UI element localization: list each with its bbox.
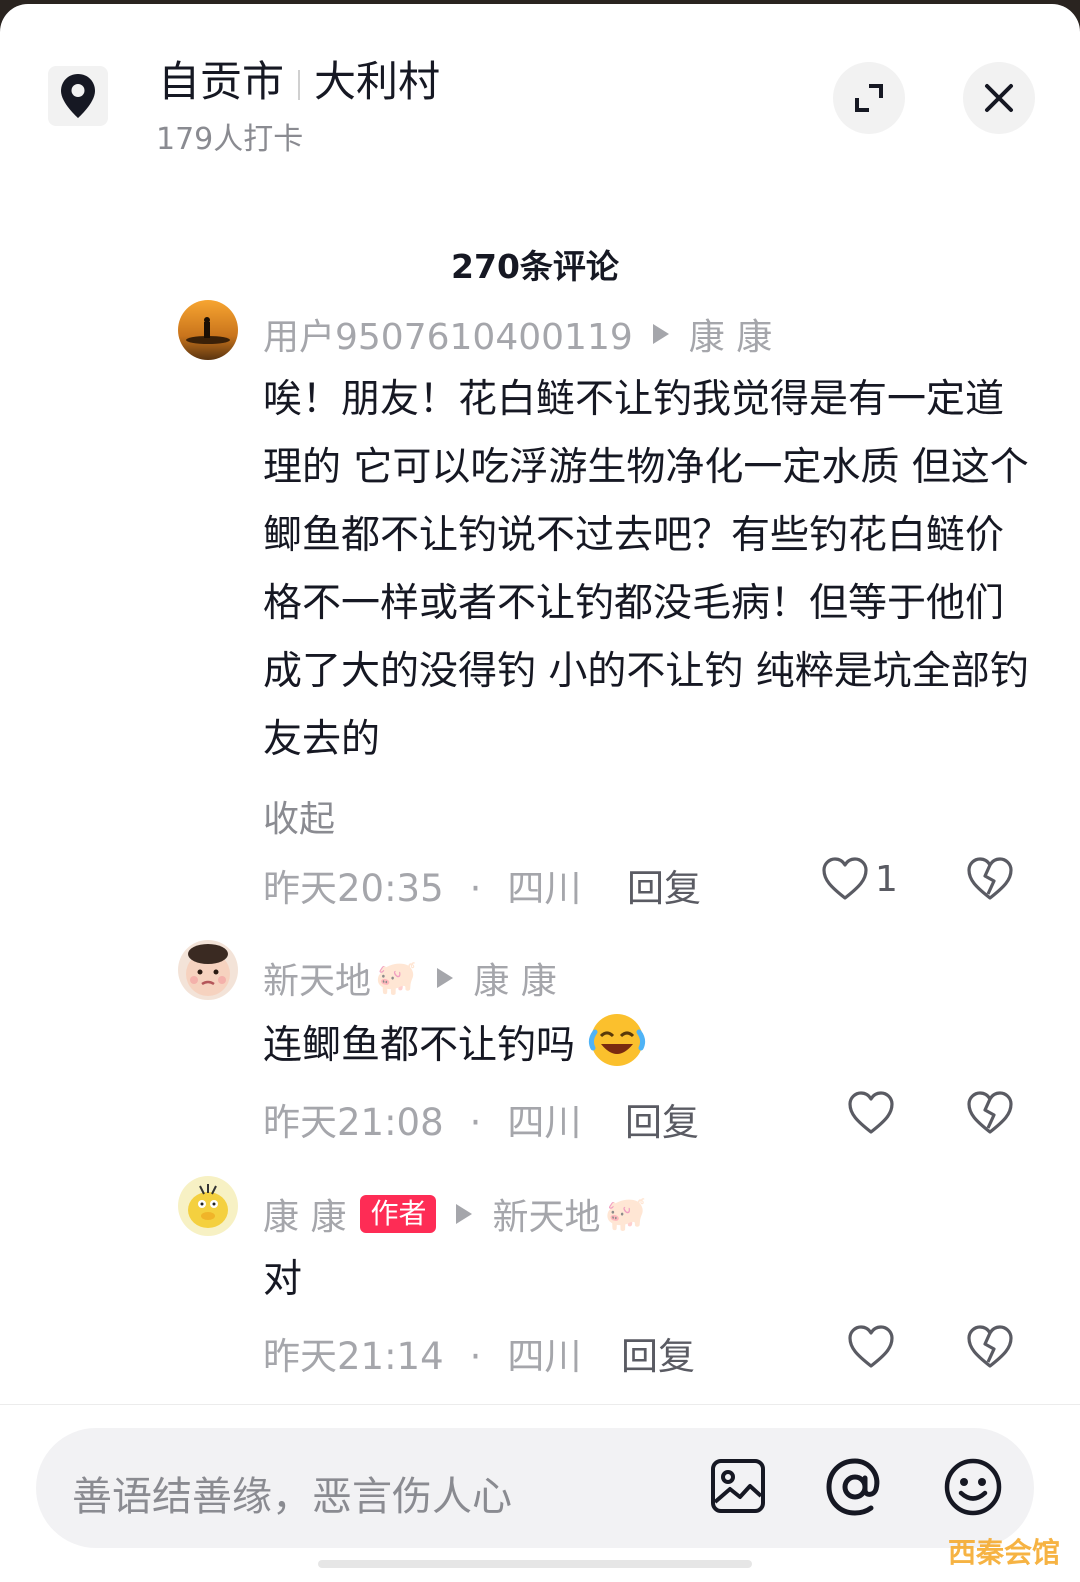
comment-input-bar[interactable]: 善语结善缘，恶言伤人心 <box>36 1428 1034 1548</box>
reply-to-username[interactable]: 康 康 <box>473 952 556 1004</box>
expand-button[interactable] <box>833 62 905 134</box>
comment-text: 对 <box>263 1257 303 1302</box>
close-button[interactable] <box>963 62 1035 134</box>
laugh-cry-emoji-icon <box>589 1014 646 1066</box>
comment-time: 昨天20:35 <box>263 867 444 910</box>
heart-icon <box>848 1091 894 1134</box>
dislike-button[interactable] <box>966 1090 1014 1140</box>
emoji-button[interactable] <box>942 1456 1004 1522</box>
comment-text: 唉！朋友！花白鲢不让钓我觉得是有一定道理的 它可以吃浮游生物净化一定水质 但这个… <box>263 377 1029 762</box>
avatar[interactable] <box>178 1176 238 1236</box>
broken-heart-icon <box>967 857 1013 900</box>
username[interactable]: 康 康 <box>263 1188 346 1240</box>
reply-button[interactable]: 回复 <box>625 1092 699 1146</box>
checkin-count: 179人打卡 <box>156 122 304 157</box>
mention-button[interactable] <box>824 1456 886 1522</box>
comment-input[interactable]: 善语结善缘，恶言伤人心 <box>72 1464 512 1522</box>
broken-heart-icon <box>967 1091 1013 1134</box>
comment-text-content: 连鲫鱼都不让钓吗 <box>263 1023 576 1068</box>
comments-sheet: 自贡市 大利村 179人打卡 270条评论 用户9507610400119 康 … <box>0 4 1080 1582</box>
pig-emoji-icon: 🐖 <box>604 1194 647 1234</box>
input-divider <box>0 1404 1080 1405</box>
like-count: 1 <box>875 858 898 900</box>
dislike-button[interactable] <box>966 1324 1014 1374</box>
location-pin-icon[interactable] <box>48 66 108 126</box>
comment-region: 四川 <box>507 1335 582 1378</box>
like-button[interactable]: 1 <box>821 856 898 902</box>
image-icon <box>711 1459 765 1513</box>
comment-region: 四川 <box>507 1101 582 1144</box>
village-name: 大利村 <box>314 57 441 106</box>
expand-icon <box>855 84 883 112</box>
collapse-link[interactable]: 收起 <box>263 790 335 842</box>
image-button[interactable] <box>708 1456 768 1520</box>
close-icon <box>985 84 1013 112</box>
comment-time: 昨天21:08 <box>263 1101 444 1144</box>
comments-count-title: 270条评论 <box>451 247 619 286</box>
comment-meta: 昨天21:08 · 四川 <box>263 1101 582 1144</box>
reply-arrow-icon <box>652 324 669 344</box>
reply-arrow-icon <box>437 968 454 988</box>
heart-icon <box>848 1325 894 1368</box>
comment-text: 连鲫鱼都不让钓吗 <box>263 1010 1033 1080</box>
reply-to-username[interactable]: 新天地 <box>492 1188 600 1240</box>
username[interactable]: 新天地 <box>263 952 371 1004</box>
like-button[interactable] <box>847 1090 895 1136</box>
comment-time: 昨天21:14 <box>263 1335 444 1378</box>
avatar[interactable] <box>178 940 238 1000</box>
at-icon <box>826 1458 880 1516</box>
comment-meta: 昨天21:14 · 四川 <box>263 1335 582 1378</box>
username[interactable]: 用户9507610400119 <box>263 308 633 360</box>
comment-meta: 昨天20:35 · 四川 <box>263 867 582 910</box>
title-divider <box>298 69 301 100</box>
reply-button[interactable]: 回复 <box>627 858 701 912</box>
avatar[interactable] <box>178 300 238 360</box>
author-badge: 作者 <box>360 1195 437 1233</box>
heart-icon <box>822 857 868 900</box>
city-name: 自贡市 <box>158 57 285 106</box>
reply-button[interactable]: 回复 <box>621 1326 695 1380</box>
comment-region: 四川 <box>507 867 582 910</box>
comment-header: 用户9507610400119 康 康 <box>263 308 772 360</box>
pig-emoji-icon: 🐖 <box>375 958 418 998</box>
comment-header: 康 康 作者 新天地 🐖 <box>263 1188 647 1240</box>
reply-arrow-icon <box>456 1204 473 1224</box>
like-button[interactable] <box>847 1324 895 1370</box>
home-indicator <box>318 1560 752 1568</box>
reply-to-username[interactable]: 康 康 <box>689 308 772 360</box>
broken-heart-icon <box>967 1325 1013 1368</box>
dislike-button[interactable] <box>966 856 1014 906</box>
emoji-icon <box>944 1458 1002 1516</box>
comment-header: 新天地 🐖 康 康 <box>263 952 557 1004</box>
watermark: 西秦会馆 <box>947 1536 1060 1569</box>
location-title[interactable]: 自贡市 大利村 <box>158 48 440 109</box>
